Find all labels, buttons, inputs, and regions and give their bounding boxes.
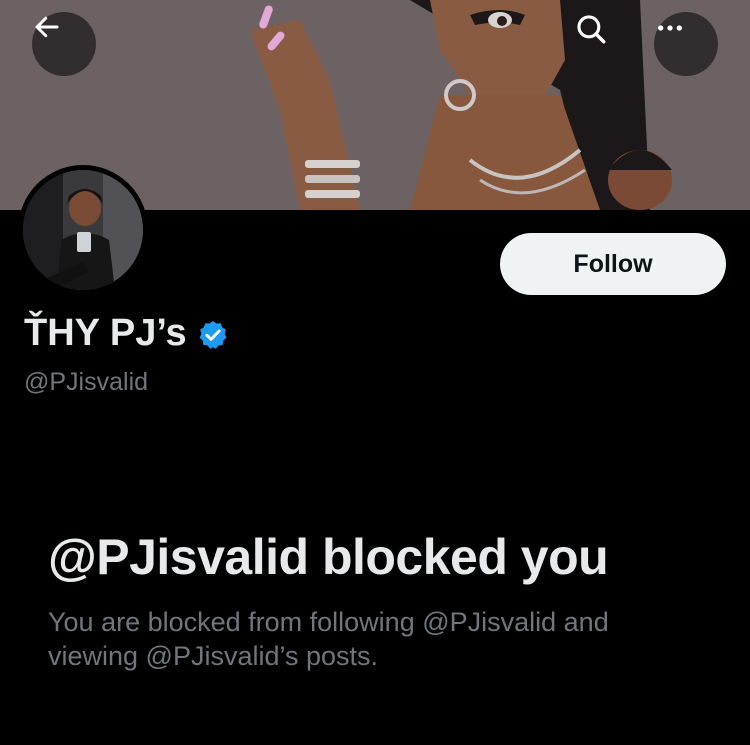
- search-icon: [577, 15, 606, 44]
- avatar[interactable]: [18, 165, 148, 295]
- more-horizontal-icon: [658, 25, 682, 31]
- profile-handle: @PJisvalid: [24, 368, 149, 396]
- display-name-text: ŤHY PJ’s: [24, 312, 187, 354]
- follow-button[interactable]: Follow: [500, 233, 726, 295]
- verified-badge-icon[interactable]: [197, 319, 229, 351]
- blocked-title: @PJisvalid blocked you: [48, 529, 609, 585]
- more-button[interactable]: [654, 12, 718, 76]
- search-button[interactable]: [574, 12, 638, 76]
- avatar-image: [23, 170, 143, 290]
- profile-page: Follow ŤHY PJ’s @PJisvalid @PJisvalid bl…: [0, 0, 750, 745]
- display-name: ŤHY PJ’s: [24, 312, 229, 355]
- back-button[interactable]: [32, 12, 96, 76]
- blocked-description: You are blocked from following @PJisvali…: [48, 607, 609, 671]
- arrow-left-icon: [35, 16, 59, 38]
